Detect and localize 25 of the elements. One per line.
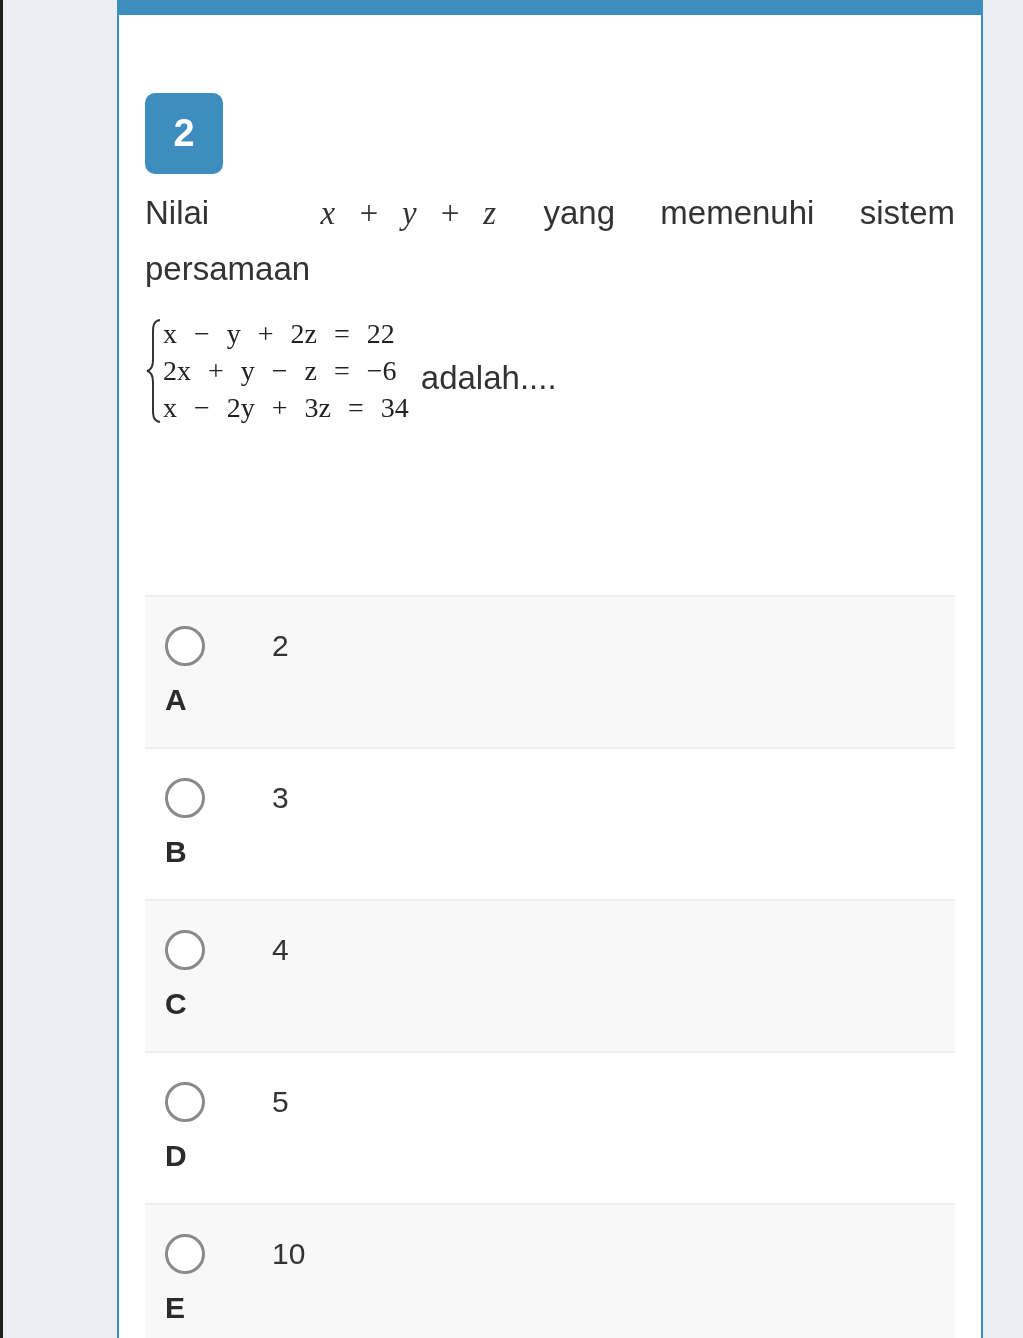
option-letter: B — [165, 834, 187, 870]
option-value: 2 — [272, 628, 289, 664]
option-value: 10 — [272, 1236, 306, 1272]
answer-option[interactable]: 4 C — [145, 899, 955, 1051]
option-letter: C — [165, 986, 187, 1022]
option-letter: E — [165, 1290, 185, 1326]
radio-button[interactable] — [165, 1082, 205, 1122]
curly-brace-icon — [145, 317, 163, 424]
question-number: 2 — [145, 93, 223, 174]
equation-line: x − y + 2z = 22 — [163, 317, 396, 351]
option-value: 4 — [272, 932, 289, 968]
option-value: 3 — [272, 780, 289, 816]
radio-button[interactable] — [165, 778, 205, 818]
radio-button[interactable] — [165, 626, 205, 666]
radio-button[interactable] — [165, 930, 205, 970]
option-letter: D — [165, 1138, 187, 1174]
answer-option[interactable]: 10 E — [145, 1203, 955, 1338]
question-text: Nilai x + y + z yang memenuhi sistem persamaan — [145, 193, 955, 289]
question-ending: adalah.... — [420, 357, 557, 397]
equation-line: 2x + y − z = −6 — [163, 354, 398, 388]
option-letter: A — [165, 682, 187, 718]
radio-button[interactable] — [165, 1234, 205, 1274]
answer-option[interactable]: 2 A — [145, 595, 955, 747]
option-value: 5 — [272, 1084, 289, 1120]
equation-line: x − 2y + 3z = 34 — [163, 391, 409, 425]
